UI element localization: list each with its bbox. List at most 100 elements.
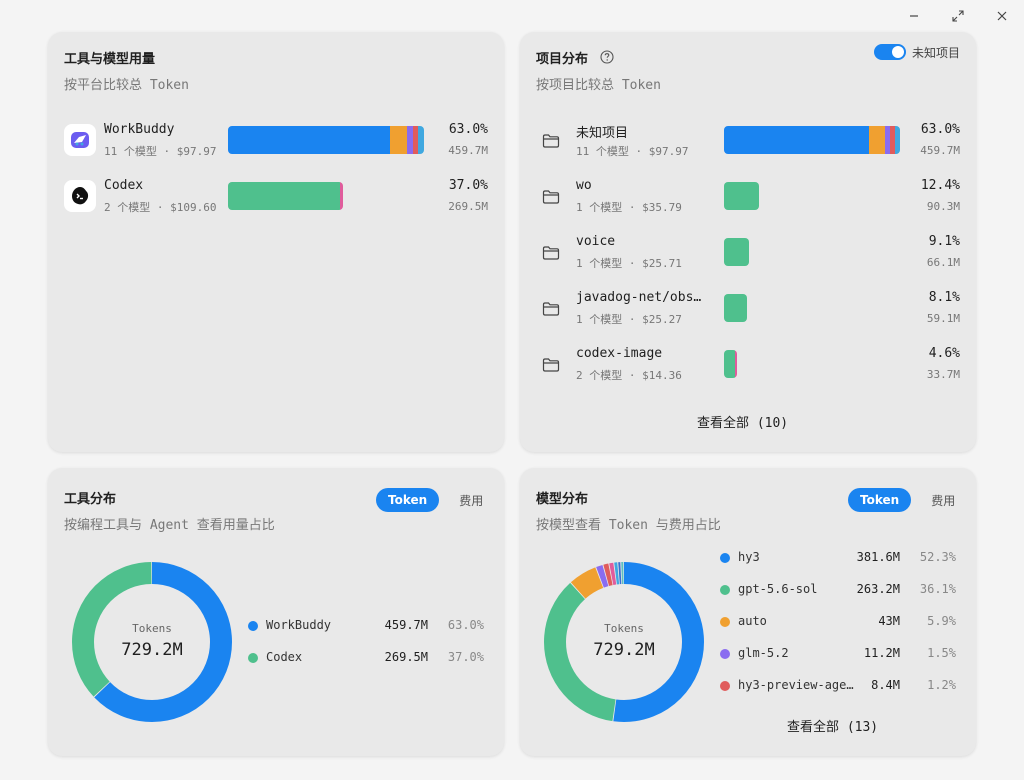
project-meta: 1 个模型 · $25.27	[576, 313, 682, 326]
bar-segment	[389, 126, 408, 154]
card-title: 工具分布	[64, 492, 117, 507]
legend-item: WorkBuddy 459.7M 63.0%	[248, 616, 484, 636]
workbuddy-logo-icon	[64, 124, 96, 156]
donut-center-label: Tokens	[604, 622, 644, 635]
legend-item: hy3-preview-age… 8.4M 1.2%	[720, 676, 956, 696]
unknown-project-toggle[interactable]	[874, 44, 906, 60]
bar-segment	[724, 182, 759, 210]
legend-percent: 1.2%	[927, 678, 956, 692]
question-circle-icon[interactable]	[600, 49, 614, 64]
folder-icon	[540, 242, 562, 264]
bar-segment	[869, 126, 886, 154]
folder-icon	[540, 130, 562, 152]
folder-icon	[540, 298, 562, 320]
legend-percent: 1.5%	[927, 646, 956, 660]
card-title: 模型分布	[536, 492, 589, 507]
legend-percent: 5.9%	[927, 614, 956, 628]
usage-bar	[724, 350, 737, 378]
usage-value: 90.3M	[926, 200, 960, 213]
usage-bar	[724, 238, 750, 266]
projects-card: 项目分布 未知项目 按项目比较总 Token 未知项目 11 个模型 · $97…	[520, 32, 976, 452]
usage-value: 459.7M	[920, 144, 960, 157]
tab-token[interactable]: Token	[848, 488, 912, 512]
app-window: 工具与模型用量 按平台比较总 Token WorkBuddy 11 个模型 · …	[0, 0, 1024, 780]
model-dist-card: 模型分布 按模型查看 Token 与费用占比 Token 费用 Tokens 7…	[520, 468, 976, 756]
folder-icon	[540, 186, 562, 208]
project-row[interactable]: codex-image 2 个模型 · $14.36 4.6% 33.7M	[536, 344, 960, 384]
usage-bar	[724, 182, 759, 210]
card-subtitle: 按平台比较总 Token	[64, 78, 189, 93]
project-meta: 11 个模型 · $97.97	[576, 145, 689, 158]
project-name: javadog-net/obs…	[576, 290, 702, 305]
usage-percent: 4.6%	[928, 346, 960, 361]
project-row[interactable]: voice 1 个模型 · $25.71 9.1% 66.1M	[536, 232, 960, 272]
legend-item: hy3 381.6M 52.3%	[720, 548, 956, 568]
metric-toggle: Token 费用	[376, 488, 495, 512]
project-row[interactable]: wo 1 个模型 · $35.79 12.4% 90.3M	[536, 176, 960, 216]
donut-center-label: Tokens	[132, 622, 172, 635]
legend-value: 11.2M	[863, 646, 900, 660]
minimize-icon[interactable]	[904, 6, 924, 26]
project-row[interactable]: 未知项目 11 个模型 · $97.97 63.0% 459.7M	[536, 120, 960, 160]
legend-name: glm-5.2	[738, 646, 789, 660]
project-meta: 1 个模型 · $25.71	[576, 257, 682, 270]
legend-name: hy3-preview-age…	[738, 678, 854, 692]
project-name: codex-image	[576, 346, 663, 361]
tab-token[interactable]: Token	[376, 488, 440, 512]
close-icon[interactable]	[992, 6, 1012, 26]
legend-value: 459.7M	[384, 618, 428, 632]
legend-name: hy3	[738, 550, 760, 564]
card-subtitle: 按编程工具与 Agent 查看用量占比	[64, 518, 275, 533]
bar-segment	[894, 126, 900, 154]
legend-dot	[720, 649, 730, 659]
legend-dot	[720, 553, 730, 563]
legend-value: 43M	[878, 614, 900, 628]
toggle-label: 未知项目	[912, 46, 961, 60]
usage-value: 59.1M	[926, 312, 960, 325]
platform-meta: 2 个模型 · $109.60	[104, 201, 217, 214]
legend-value: 269.5M	[384, 650, 428, 664]
usage-percent: 8.1%	[928, 290, 960, 305]
toggle-knob	[892, 46, 904, 58]
platform-name: WorkBuddy	[104, 122, 175, 137]
card-title: 项目分布	[536, 52, 589, 67]
folder-icon	[540, 354, 562, 376]
legend-item: gpt-5.6-sol 263.2M 36.1%	[720, 580, 956, 600]
tab-cost[interactable]: 费用	[447, 488, 495, 512]
usage-percent: 37.0%	[448, 178, 488, 193]
codex-logo-icon	[64, 180, 96, 212]
tab-cost[interactable]: 费用	[919, 488, 967, 512]
bar-segment	[228, 126, 390, 154]
platform-meta: 11 个模型 · $97.97	[104, 145, 217, 158]
legend-item: glm-5.2 11.2M 1.5%	[720, 644, 956, 664]
bar-segment	[724, 126, 870, 154]
project-name: 未知项目	[576, 126, 629, 141]
platform-name: Codex	[104, 178, 144, 193]
legend-item: auto 43M 5.9%	[720, 612, 956, 632]
maximize-icon[interactable]	[948, 6, 968, 26]
usage-percent: 12.4%	[920, 178, 960, 193]
view-all-projects-link[interactable]: 查看全部 (10)	[697, 412, 788, 431]
legend-value: 8.4M	[871, 678, 900, 692]
bar-segment	[734, 350, 737, 378]
legend-dot	[720, 681, 730, 691]
legend-value: 381.6M	[856, 550, 900, 564]
legend-dot	[248, 653, 258, 663]
project-row[interactable]: javadog-net/obs… 1 个模型 · $25.27 8.1% 59.…	[536, 288, 960, 328]
platform-row-codex[interactable]: Codex 2 个模型 · $109.60 37.0% 269.5M	[64, 176, 488, 216]
view-all-models-link[interactable]: 查看全部 (13)	[787, 716, 878, 735]
card-subtitle: 按项目比较总 Token	[536, 78, 661, 93]
usage-value: 66.1M	[926, 256, 960, 269]
tool-dist-card: 工具分布 按编程工具与 Agent 查看用量占比 Token 费用 Tokens…	[48, 468, 504, 756]
bar-segment	[724, 350, 735, 378]
usage-bar	[228, 182, 344, 210]
legend-value: 263.2M	[856, 582, 900, 596]
legend-name: Codex	[266, 650, 303, 664]
usage-percent: 63.0%	[448, 122, 488, 137]
platform-row-workbuddy[interactable]: WorkBuddy 11 个模型 · $97.97 63.0% 459.7M	[64, 120, 488, 160]
legend-percent: 36.1%	[919, 582, 956, 596]
bar-segment	[418, 126, 424, 154]
legend-dot	[248, 621, 258, 631]
usage-value: 33.7M	[926, 368, 960, 381]
usage-bar	[724, 126, 900, 154]
